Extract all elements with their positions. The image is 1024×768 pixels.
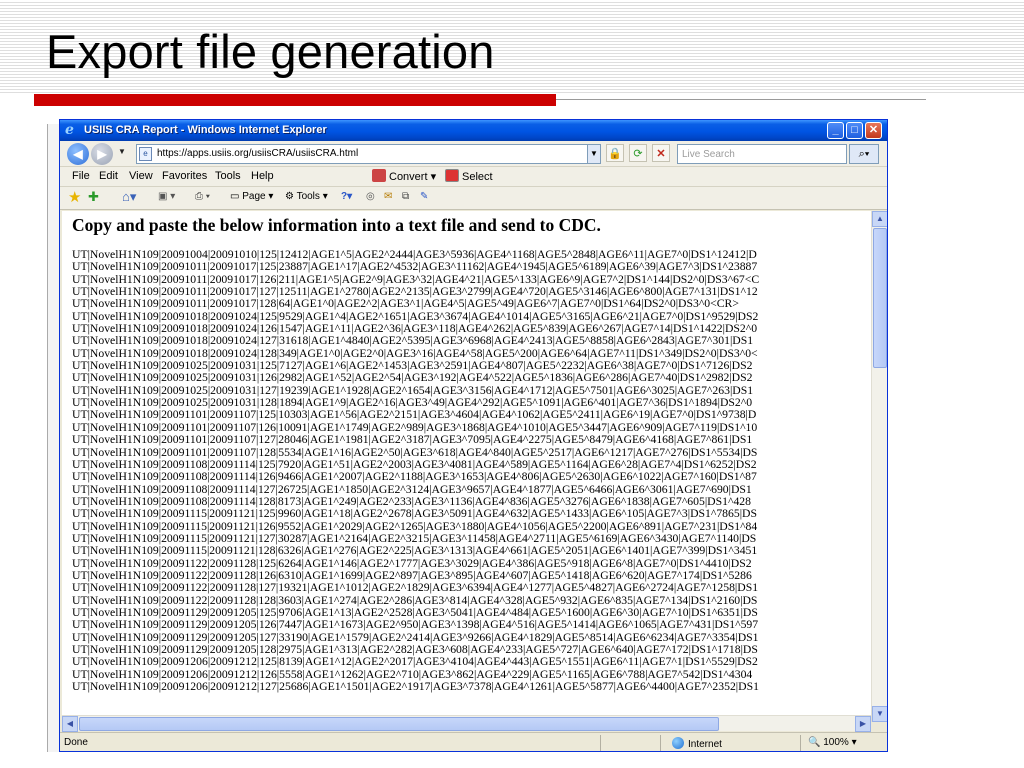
ie-logo-icon: e <box>65 122 74 138</box>
record-line: UT|NovelH1N109|20091122|20091128|127|193… <box>72 581 759 595</box>
slide-title: Export file generation <box>46 25 495 78</box>
scroll-up-icon[interactable]: ▲ <box>872 211 887 227</box>
title-underline-gray <box>556 99 926 100</box>
horizontal-scrollbar[interactable]: ◀ ▶ <box>62 715 871 732</box>
record-line: UT|NovelH1N109|20091115|20091121|128|632… <box>72 544 758 558</box>
record-line: UT|NovelH1N109|20091108|20091114|126|946… <box>72 470 757 484</box>
lock-icon[interactable]: 🔒 <box>606 144 624 162</box>
scroll-left-icon[interactable]: ◀ <box>62 716 78 732</box>
record-line: UT|NovelH1N109|20091025|20091031|126|298… <box>72 371 753 385</box>
menu-edit[interactable]: Edit <box>99 170 118 182</box>
research-icon[interactable]: ◎ <box>366 191 375 202</box>
menu-bar: File Edit View Favorites Tools Help Conv… <box>60 167 887 187</box>
menu-view[interactable]: View <box>129 170 153 182</box>
scroll-down-icon[interactable]: ▼ <box>872 706 887 722</box>
page-content: Copy and paste the below information int… <box>62 211 871 715</box>
history-dropdown-icon[interactable]: ▼ <box>118 147 126 156</box>
back-button[interactable]: ◀ <box>67 143 89 165</box>
export-records[interactable]: UT|NovelH1N109|20091004|20091010|125|124… <box>72 248 871 694</box>
menu-file[interactable]: File <box>72 170 90 182</box>
help-icon[interactable]: ?▾ <box>341 191 352 202</box>
print-icon[interactable]: ⎙ ▾ <box>195 191 210 202</box>
select-icon <box>445 169 459 182</box>
vertical-scroll-thumb[interactable] <box>873 228 887 368</box>
stop-icon[interactable]: ✕ <box>652 144 670 162</box>
refresh-icon[interactable]: ⟳ <box>629 144 647 162</box>
maximize-button[interactable]: □ <box>846 122 863 139</box>
blog-icon[interactable]: ✎ <box>420 191 428 202</box>
menu-favorites[interactable]: Favorites <box>162 170 207 182</box>
feeds-icon[interactable]: ▣ ▾ <box>158 191 175 202</box>
internet-zone[interactable]: Internet <box>672 737 722 750</box>
address-dropdown-icon[interactable]: ▼ <box>587 144 601 164</box>
menu-tools[interactable]: Tools <box>215 170 241 182</box>
window-title: USIIS CRA Report - Windows Internet Expl… <box>84 124 327 136</box>
globe-icon <box>672 737 684 749</box>
search-input[interactable]: Live Search <box>677 144 847 164</box>
title-underline-red <box>34 94 556 106</box>
convert-icon <box>372 169 386 182</box>
record-line: UT|NovelH1N109|20091101|20091107|128|553… <box>72 445 758 459</box>
record-line: UT|NovelH1N109|20091011|20091017|125|238… <box>72 260 758 274</box>
address-bar[interactable]: e https://apps.usiis.org/usiisCRA/usiisC… <box>136 144 596 164</box>
status-bar: Done Internet 🔍 100% ▾ <box>60 732 887 751</box>
add-favorites-icon[interactable]: ✚ <box>88 189 99 205</box>
scroll-right-icon[interactable]: ▶ <box>855 716 871 732</box>
messenger-icon[interactable]: ✉ <box>384 191 392 202</box>
record-line: UT|NovelH1N109|20091129|20091205|126|744… <box>72 618 759 632</box>
record-line: UT|NovelH1N109|20091101|20091107|125|103… <box>72 408 757 422</box>
horizontal-scroll-thumb[interactable] <box>79 717 719 731</box>
status-divider <box>600 735 601 751</box>
favorites-star-icon[interactable]: ★ <box>68 188 81 206</box>
zoom-level[interactable]: 🔍 100% ▾ <box>808 737 857 748</box>
page-heading: Copy and paste the below information int… <box>72 215 601 235</box>
record-line: UT|NovelH1N109|20091206|20091212|125|813… <box>72 655 758 669</box>
record-line: UT|NovelH1N109|20091206|20091212|127|256… <box>72 680 759 694</box>
page-icon: e <box>139 147 152 161</box>
page-menu[interactable]: ▭ Page ▾ <box>230 191 273 202</box>
window-titlebar[interactable]: e USIIS CRA Report - Windows Internet Ex… <box>60 120 887 141</box>
menu-help[interactable]: Help <box>251 170 274 182</box>
status-text: Done <box>64 737 88 748</box>
background-window-edge <box>47 124 59 752</box>
fullscreen-icon[interactable]: ⧉ <box>402 191 409 202</box>
minimize-button[interactable]: _ <box>827 122 844 139</box>
home-icon[interactable]: ⌂▾ <box>122 189 136 205</box>
forward-button[interactable]: ▶ <box>91 143 113 165</box>
record-line: UT|NovelH1N109|20091011|20091017|128|64|… <box>72 297 739 311</box>
record-line: UT|NovelH1N109|20091101|20091107|127|280… <box>72 433 753 447</box>
search-icon[interactable]: ⌕▾ <box>849 144 879 164</box>
tools-menu[interactable]: ⚙ Tools ▾ <box>285 191 328 202</box>
vertical-scrollbar[interactable]: ▲ ▼ <box>871 211 887 722</box>
search-placeholder: Live Search <box>682 149 735 160</box>
address-url[interactable]: https://apps.usiis.org/usiisCRA/usiisCRA… <box>157 148 358 159</box>
address-toolbar: ◀ ▶ ▼ e https://apps.usiis.org/usiisCRA/… <box>60 141 887 167</box>
convert-button[interactable]: Convert ▾ <box>372 169 436 183</box>
record-line: UT|NovelH1N109|20091018|20091024|127|316… <box>72 334 754 348</box>
record-line: UT|NovelH1N109|20091115|20091121|125|996… <box>72 507 757 521</box>
command-bar: ★ ✚ ⌂▾ ▣ ▾ ⎙ ▾ ▭ Page ▾ ⚙ Tools ▾ ?▾ ◎ ✉… <box>60 187 887 210</box>
close-button[interactable]: ✕ <box>865 122 882 139</box>
status-divider <box>660 735 661 751</box>
select-button[interactable]: Select <box>445 169 493 183</box>
status-divider <box>800 735 801 751</box>
ie-window: e USIIS CRA Report - Windows Internet Ex… <box>59 119 888 752</box>
